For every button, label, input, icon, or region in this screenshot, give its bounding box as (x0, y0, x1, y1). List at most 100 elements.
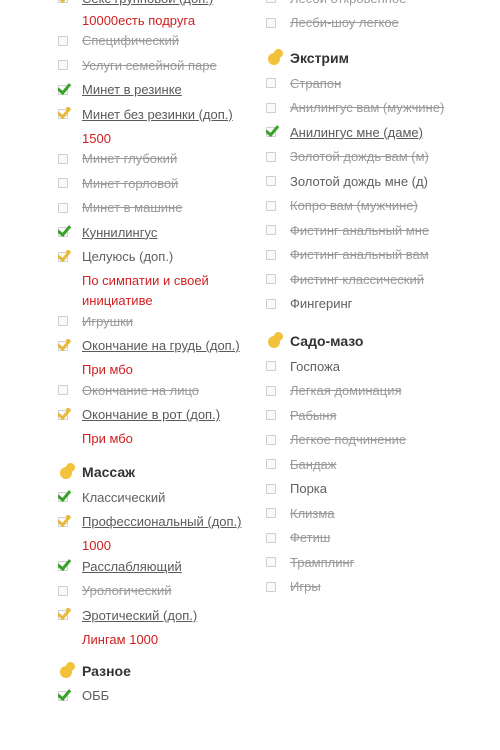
empty-checkbox-icon[interactable] (58, 178, 68, 188)
service-item[interactable]: Лесби откровенное (266, 0, 456, 8)
empty-checkbox-icon[interactable] (58, 153, 68, 164)
service-item[interactable]: Лесби-шоу легкое (266, 13, 456, 33)
empty-checkbox-icon[interactable] (266, 102, 276, 113)
service-label[interactable]: Окончание на грудь (доп.) (82, 338, 240, 353)
service-item[interactable]: Легкое подчинение (266, 430, 456, 450)
service-item[interactable]: Золотой дождь вам (м) (266, 147, 456, 167)
service-item[interactable]: Минет горловой (58, 173, 248, 193)
empty-checkbox-icon[interactable] (266, 508, 276, 518)
service-label[interactable]: Окончание в рот (доп.) (82, 407, 220, 422)
section-title: Экстрим (290, 50, 349, 66)
empty-checkbox-icon[interactable] (58, 60, 68, 70)
service-label[interactable]: Куннилингус (82, 225, 157, 240)
service-label: Страпон (290, 75, 342, 91)
checkmark-green-icon[interactable] (266, 127, 276, 137)
checkmark-green-icon[interactable] (58, 492, 68, 502)
service-note: По симпатии и своей (82, 273, 209, 288)
service-label[interactable]: Профессиональный (доп.) (82, 514, 242, 529)
service-item[interactable]: Специфический (58, 31, 248, 51)
service-item[interactable]: Окончание в рот (доп.) (58, 405, 248, 425)
empty-checkbox-icon[interactable] (266, 274, 276, 284)
service-item[interactable]: Целуюсь (доп.) (58, 247, 248, 267)
service-label[interactable]: Минет в резинке (82, 82, 182, 97)
service-item[interactable]: Копро вам (мужчине) (266, 196, 456, 216)
service-item[interactable]: Минет в машине (58, 198, 248, 218)
empty-checkbox-icon[interactable] (266, 200, 276, 211)
empty-checkbox-icon[interactable] (266, 225, 276, 235)
service-item[interactable]: Расслабляющий (58, 556, 248, 576)
empty-checkbox-icon[interactable] (266, 385, 276, 396)
service-item[interactable]: Госпожа (266, 356, 456, 376)
empty-checkbox-icon[interactable] (58, 385, 68, 395)
service-item[interactable]: Фетиш (266, 528, 456, 548)
service-item[interactable]: Игры (266, 577, 456, 597)
empty-checkbox-icon[interactable] (266, 78, 276, 88)
service-item[interactable]: Минет без резинки (доп.) (58, 104, 248, 124)
empty-checkbox-icon[interactable] (266, 0, 276, 3)
service-item[interactable]: Клизма (266, 503, 456, 523)
empty-checkbox-icon[interactable] (266, 17, 276, 28)
checkmark-gold-icon[interactable] (58, 608, 70, 620)
service-item[interactable]: Порка (266, 479, 456, 499)
service-item[interactable]: Минет в резинке (58, 80, 248, 100)
empty-checkbox-icon[interactable] (266, 176, 276, 186)
service-item[interactable]: Фистинг классический (266, 269, 456, 289)
service-label[interactable]: Эротический (доп.) (82, 608, 197, 623)
empty-checkbox-icon[interactable] (266, 434, 276, 445)
service-label[interactable]: Секс групповой (доп.) (82, 0, 213, 6)
service-item[interactable]: Услуги семейной паре (58, 55, 248, 75)
service-item[interactable]: Золотой дождь мне (д) (266, 171, 456, 191)
service-item[interactable]: ОББ (58, 686, 248, 706)
service-item[interactable]: Анилингус мне (даме) (266, 122, 456, 142)
service-item[interactable]: Секс групповой (доп.) (58, 0, 248, 8)
service-item[interactable]: Легкая доминация (266, 381, 456, 401)
service-item[interactable]: Рабыня (266, 405, 456, 425)
service-label: Лесби откровенное (290, 0, 406, 6)
service-item[interactable]: Фингеринг (266, 294, 456, 314)
service-item[interactable]: Окончание на грудь (доп.) (58, 336, 248, 356)
service-item[interactable]: Профессиональный (доп.) (58, 512, 248, 532)
empty-checkbox-icon[interactable] (266, 557, 276, 567)
checkmark-gold-icon[interactable] (58, 514, 70, 527)
service-item[interactable]: Минет глубокий (58, 149, 248, 169)
service-item[interactable]: Бандаж (266, 454, 456, 474)
service-label[interactable]: Расслабляющий (82, 559, 182, 574)
service-item[interactable]: Куннилингус (58, 222, 248, 242)
checkmark-gold-icon[interactable] (58, 107, 70, 119)
checkmark-green-icon[interactable] (58, 690, 68, 701)
empty-checkbox-icon[interactable] (266, 410, 276, 420)
service-item[interactable]: Фистинг анальный вам (266, 245, 456, 265)
empty-checkbox-icon[interactable] (58, 585, 68, 596)
service-item[interactable]: Трамплинг (266, 552, 456, 572)
empty-checkbox-icon[interactable] (266, 532, 276, 543)
empty-checkbox-icon[interactable] (58, 202, 68, 213)
checkmark-gold-icon[interactable] (58, 407, 70, 420)
checkmark-green-icon[interactable] (58, 227, 68, 237)
empty-checkbox-icon[interactable] (266, 581, 276, 592)
service-label[interactable]: Анилингус мне (даме) (290, 125, 423, 140)
service-item[interactable]: Классический (58, 487, 248, 507)
empty-checkbox-icon[interactable] (266, 298, 276, 309)
empty-checkbox-icon[interactable] (266, 151, 276, 162)
service-item[interactable]: Игрушки (58, 311, 248, 331)
empty-checkbox-icon[interactable] (58, 316, 68, 326)
empty-checkbox-icon[interactable] (266, 459, 276, 469)
checkmark-green-icon[interactable] (58, 84, 68, 95)
empty-checkbox-icon[interactable] (266, 361, 276, 371)
checkmark-gold-icon[interactable] (58, 0, 68, 3)
empty-checkbox-icon[interactable] (58, 35, 68, 46)
service-item[interactable]: Эротический (доп.) (58, 605, 248, 625)
checkmark-gold-icon[interactable] (58, 249, 70, 262)
service-label[interactable]: Минет без резинки (доп.) (82, 107, 233, 122)
empty-checkbox-icon[interactable] (266, 483, 276, 494)
checkmark-green-icon[interactable] (58, 561, 68, 571)
service-label: Золотой дождь вам (м) (290, 149, 429, 164)
service-item[interactable]: Фистинг анальный мне (266, 220, 456, 240)
service-item[interactable]: Страпон (266, 73, 456, 93)
checkmark-gold-icon[interactable] (58, 338, 70, 351)
service-item[interactable]: Урологический (58, 581, 248, 601)
service-item[interactable]: Анилингус вам (мужчине) (266, 98, 456, 118)
service-item[interactable]: Окончание на лицо (58, 380, 248, 400)
empty-checkbox-icon[interactable] (266, 249, 276, 260)
service-note: При мбо (82, 431, 133, 446)
